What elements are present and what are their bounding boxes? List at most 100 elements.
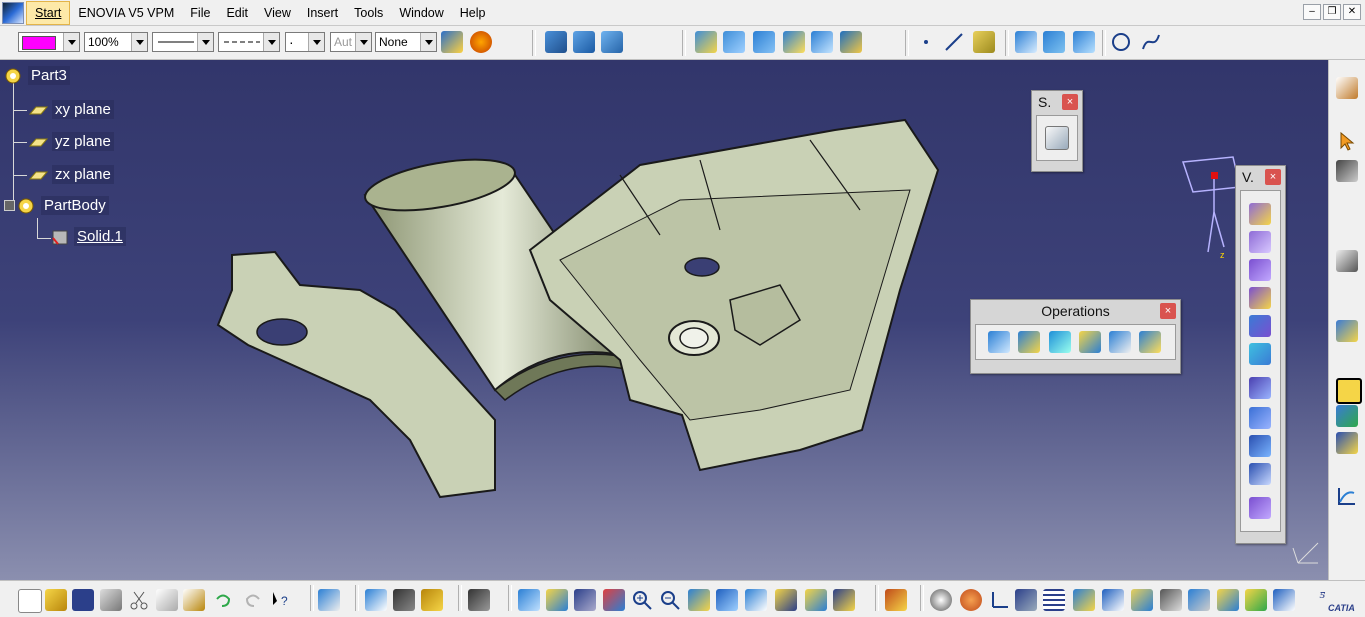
normal-view-icon[interactable] bbox=[688, 589, 710, 611]
undo-icon[interactable] bbox=[212, 589, 234, 611]
apply-material-icon[interactable] bbox=[885, 589, 907, 611]
collapse-icon[interactable] bbox=[4, 200, 15, 211]
update-icon[interactable] bbox=[318, 589, 340, 611]
boolean-icon[interactable] bbox=[988, 331, 1010, 353]
apply-material-icon[interactable] bbox=[1336, 432, 1358, 454]
fillet-icon[interactable] bbox=[1049, 331, 1071, 353]
layer-select[interactable]: None bbox=[375, 32, 437, 52]
operations-toolbar-panel[interactable]: Operations × bbox=[970, 299, 1181, 374]
menu-view[interactable]: View bbox=[256, 1, 299, 25]
axis-tool-icon[interactable] bbox=[1336, 320, 1358, 342]
lightbulb-icon[interactable] bbox=[1217, 589, 1239, 611]
translate-icon[interactable] bbox=[1109, 331, 1131, 353]
tree-node-zx-plane[interactable]: zx plane bbox=[28, 165, 114, 184]
copy-icon[interactable] bbox=[156, 589, 178, 611]
close-icon[interactable]: × bbox=[1265, 169, 1281, 185]
extrapolate-icon[interactable] bbox=[1139, 331, 1161, 353]
measure-icon[interactable] bbox=[1336, 160, 1358, 182]
menu-edit[interactable]: Edit bbox=[218, 1, 256, 25]
healing-icon[interactable] bbox=[1073, 31, 1095, 53]
rotate-icon[interactable] bbox=[603, 589, 625, 611]
zoom-in-icon[interactable] bbox=[631, 589, 653, 611]
sketch-icon[interactable] bbox=[1045, 126, 1069, 150]
volume-trim-icon[interactable] bbox=[1249, 463, 1271, 485]
tree-node-part3[interactable]: Part3 bbox=[4, 66, 70, 85]
plane-icon[interactable] bbox=[973, 31, 995, 53]
volume-add-icon[interactable] bbox=[1249, 377, 1271, 399]
scene-icon[interactable] bbox=[1245, 589, 1267, 611]
tree-node-xy-plane[interactable]: xy plane bbox=[28, 100, 114, 119]
menu-file[interactable]: File bbox=[182, 1, 218, 25]
grid-icon[interactable] bbox=[1043, 589, 1065, 611]
split-icon[interactable] bbox=[573, 31, 595, 53]
volume-remove-icon[interactable] bbox=[1249, 407, 1271, 429]
cube-icon[interactable] bbox=[1102, 589, 1124, 611]
draft-icon[interactable] bbox=[1079, 331, 1101, 353]
swap-visible-space-icon[interactable] bbox=[833, 589, 855, 611]
multi-view-icon[interactable] bbox=[716, 589, 738, 611]
volume-intersect-icon[interactable] bbox=[1249, 435, 1271, 457]
rendering-style-select[interactable]: Aut bbox=[330, 32, 372, 52]
select-cursor-icon[interactable] bbox=[1336, 130, 1358, 152]
point-icon[interactable] bbox=[915, 31, 937, 53]
redo-icon[interactable] bbox=[242, 589, 264, 611]
analysis-icon[interactable] bbox=[1336, 250, 1358, 272]
close-surface-icon[interactable] bbox=[1249, 315, 1271, 337]
iso-view-icon[interactable] bbox=[745, 589, 767, 611]
new-file-icon[interactable] bbox=[18, 589, 42, 613]
menu-window[interactable]: Window bbox=[391, 1, 451, 25]
axis-icon[interactable] bbox=[988, 589, 1010, 611]
volumes-toolbar-panel[interactable]: V. × bbox=[1235, 165, 1286, 544]
3d-viewport[interactable]: Part3 xy plane yz plane zx plane PartBod… bbox=[0, 60, 1328, 580]
linetype-select[interactable] bbox=[218, 32, 280, 52]
spline-icon[interactable] bbox=[1140, 31, 1162, 53]
catia-app-icon[interactable] bbox=[2, 1, 24, 24]
hide-show-icon[interactable] bbox=[805, 589, 827, 611]
measure-item-icon[interactable] bbox=[393, 589, 415, 611]
close-icon[interactable]: × bbox=[1160, 303, 1176, 319]
measure-inertia-icon[interactable] bbox=[421, 589, 443, 611]
revolve-volume-icon[interactable] bbox=[1249, 231, 1271, 253]
cut-part-icon[interactable] bbox=[545, 31, 567, 53]
menu-tools[interactable]: Tools bbox=[346, 1, 391, 25]
tree-expand-icon[interactable] bbox=[1015, 589, 1037, 611]
extrude-volume-icon[interactable] bbox=[1249, 203, 1271, 225]
layer-icon[interactable] bbox=[1273, 589, 1295, 611]
measure-between-icon[interactable] bbox=[365, 589, 387, 611]
painter-icon[interactable] bbox=[441, 31, 463, 53]
minimize-button[interactable]: – bbox=[1303, 4, 1321, 20]
sketcher-toolbar-panel[interactable]: S. × bbox=[1031, 90, 1083, 172]
tree-node-yz-plane[interactable]: yz plane bbox=[28, 132, 114, 151]
color-select[interactable] bbox=[18, 32, 80, 52]
constraint-icon[interactable] bbox=[1336, 405, 1358, 427]
save-icon[interactable] bbox=[72, 589, 94, 611]
revolve-icon[interactable] bbox=[723, 31, 745, 53]
snap-icon[interactable] bbox=[1336, 378, 1362, 404]
print-icon[interactable] bbox=[100, 589, 122, 611]
trim-icon[interactable] bbox=[1018, 331, 1040, 353]
extrude-icon[interactable] bbox=[695, 31, 717, 53]
spiral-icon[interactable] bbox=[930, 589, 952, 611]
tree-node-solid[interactable]: Solid.1 bbox=[50, 227, 126, 246]
capture-icon[interactable] bbox=[468, 589, 490, 611]
project-icon[interactable] bbox=[1015, 31, 1037, 53]
whats-this-icon[interactable]: ? bbox=[270, 589, 292, 611]
graph-icon[interactable] bbox=[1336, 485, 1358, 507]
line-thickness-select[interactable] bbox=[152, 32, 214, 52]
sketch-view-icon[interactable] bbox=[1073, 589, 1095, 611]
restore-button[interactable]: ❐ bbox=[1323, 4, 1341, 20]
tree-node-partbody[interactable]: PartBody bbox=[4, 196, 109, 215]
sweep-icon[interactable] bbox=[753, 31, 775, 53]
sweep-volume-icon[interactable] bbox=[1249, 259, 1271, 281]
join-icon[interactable] bbox=[1043, 31, 1065, 53]
close-button[interactable]: ✕ bbox=[1343, 4, 1361, 20]
sketch-icon[interactable] bbox=[601, 31, 623, 53]
loft-icon[interactable] bbox=[811, 31, 833, 53]
point-type-select[interactable]: · bbox=[285, 32, 325, 52]
fit-all-icon[interactable] bbox=[546, 589, 568, 611]
menu-start[interactable]: Start bbox=[26, 0, 71, 25]
workbench-icon[interactable] bbox=[1336, 77, 1358, 99]
link-icon[interactable] bbox=[1188, 589, 1210, 611]
line-icon[interactable] bbox=[943, 31, 965, 53]
zoom-out-icon[interactable] bbox=[659, 589, 681, 611]
